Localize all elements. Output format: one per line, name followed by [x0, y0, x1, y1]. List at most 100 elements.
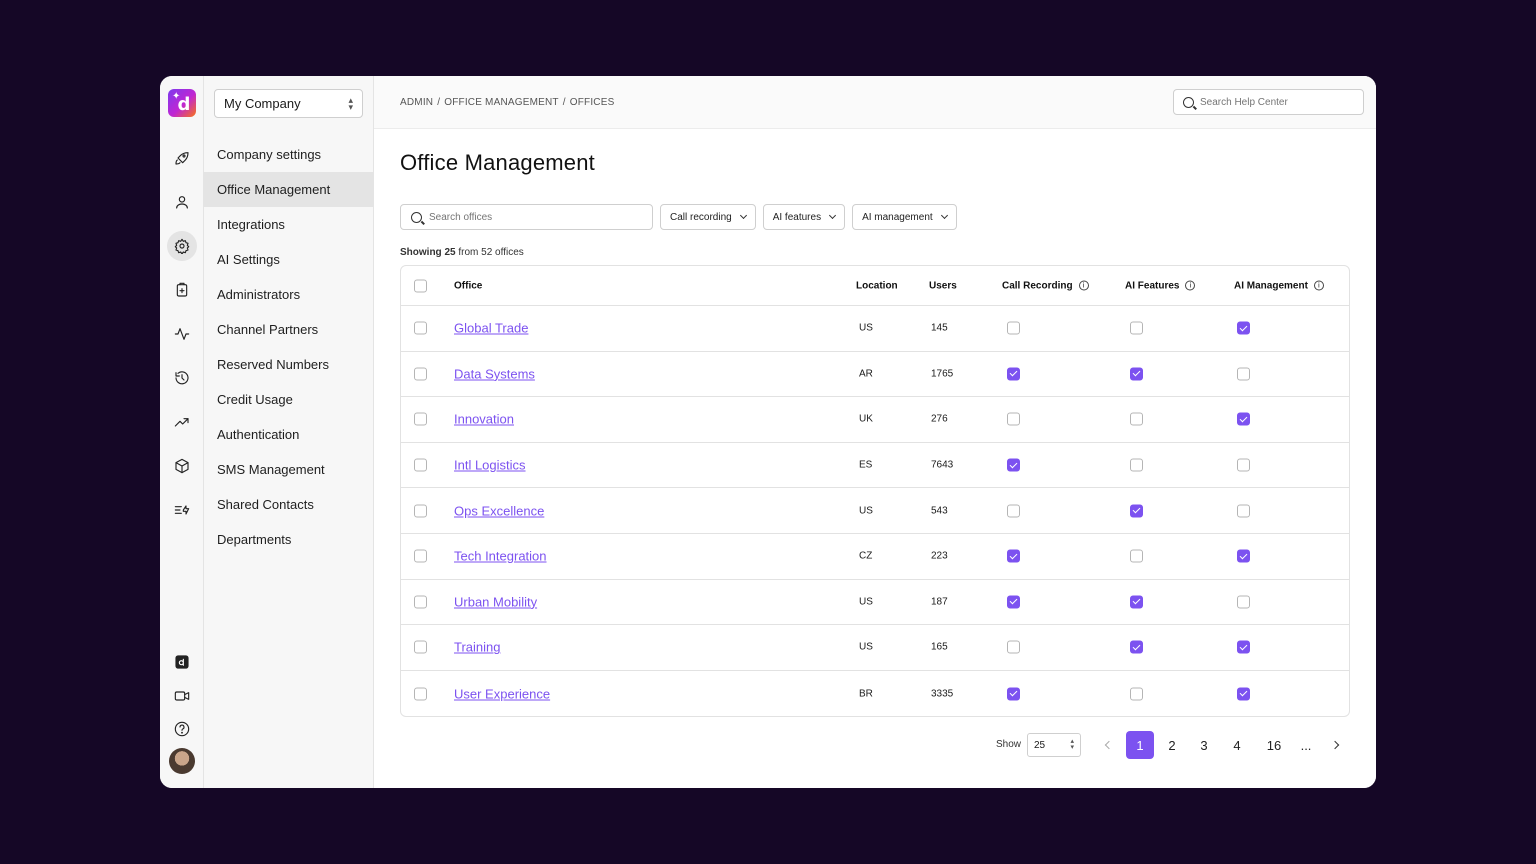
office-name-link[interactable]: Innovation [454, 412, 514, 427]
sidebar-item-reserved-numbers[interactable]: Reserved Numbers [204, 347, 373, 382]
sidebar-item-credit-usage[interactable]: Credit Usage [204, 382, 373, 417]
user-icon[interactable] [167, 187, 197, 217]
rocket-icon[interactable] [167, 143, 197, 173]
ai-management-checkbox[interactable] [1237, 640, 1250, 654]
row-select-checkbox[interactable] [414, 458, 427, 472]
company-selector[interactable]: My Company ▴ ▾ [214, 89, 363, 118]
ai-features-checkbox[interactable] [1130, 458, 1143, 472]
next-page-button[interactable] [1321, 731, 1349, 759]
sidebar-item-office-management[interactable]: Office Management [204, 172, 373, 207]
info-icon[interactable]: i [1078, 280, 1089, 291]
sidebar-item-sms-management[interactable]: SMS Management [204, 452, 373, 487]
row-select-checkbox[interactable] [414, 687, 427, 701]
history-icon[interactable] [167, 363, 197, 393]
ai-features-checkbox[interactable] [1130, 504, 1143, 518]
prev-page-button[interactable] [1095, 731, 1123, 759]
sidebar-item-channel-partners[interactable]: Channel Partners [204, 312, 373, 347]
sidebar-item-shared-contacts[interactable]: Shared Contacts [204, 487, 373, 522]
row-select-checkbox[interactable] [414, 412, 427, 426]
col-location[interactable]: Location [856, 280, 898, 291]
breadcrumb-item[interactable]: OFFICE MANAGEMENT [444, 97, 559, 108]
page-size-select[interactable]: 25 ▴ ▾ [1027, 733, 1081, 757]
call-recording-checkbox[interactable] [1007, 367, 1020, 381]
trending-icon[interactable] [167, 407, 197, 437]
office-name-link[interactable]: User Experience [454, 686, 550, 701]
avatar[interactable] [169, 748, 195, 774]
call-recording-checkbox[interactable] [1007, 321, 1020, 335]
ai-features-checkbox[interactable] [1130, 595, 1143, 609]
ai-features-checkbox[interactable] [1130, 321, 1143, 335]
ai-features-checkbox[interactable] [1130, 687, 1143, 701]
sidebar-item-integrations[interactable]: Integrations [204, 207, 373, 242]
office-name-link[interactable]: Ops Excellence [454, 503, 544, 518]
row-select-checkbox[interactable] [414, 504, 427, 518]
call-recording-checkbox[interactable] [1007, 412, 1020, 426]
ai-management-checkbox[interactable] [1237, 549, 1250, 563]
call-recording-checkbox[interactable] [1007, 549, 1020, 563]
ai-management-checkbox[interactable] [1237, 595, 1250, 609]
gear-icon[interactable] [167, 231, 197, 261]
info-icon[interactable]: i [1185, 280, 1196, 291]
page-16-button[interactable]: 16 [1260, 731, 1288, 759]
col-call-recording[interactable]: Call Recording i [1002, 280, 1089, 291]
ai-features-checkbox[interactable] [1130, 367, 1143, 381]
call-recording-checkbox[interactable] [1007, 504, 1020, 518]
page-1-button[interactable]: 1 [1126, 731, 1154, 759]
call-recording-checkbox[interactable] [1007, 458, 1020, 472]
table-row: Innovation UK 276 [401, 397, 1349, 443]
ai-management-checkbox[interactable] [1237, 412, 1250, 426]
call-recording-checkbox[interactable] [1007, 687, 1020, 701]
video-icon[interactable] [167, 681, 197, 711]
row-select-checkbox[interactable] [414, 367, 427, 381]
breadcrumb-item[interactable]: ADMIN [400, 97, 433, 108]
office-search[interactable] [400, 204, 653, 230]
call-recording-filter[interactable]: Call recording [660, 204, 756, 230]
ai-features-checkbox[interactable] [1130, 412, 1143, 426]
sidebar-item-administrators[interactable]: Administrators [204, 277, 373, 312]
brand-icon[interactable] [167, 647, 197, 677]
ai-features-filter[interactable]: AI features [762, 204, 846, 230]
clipboard-icon[interactable] [167, 275, 197, 305]
office-name-link[interactable]: Intl Logistics [454, 458, 526, 473]
ai-management-checkbox[interactable] [1237, 367, 1250, 381]
ai-management-checkbox[interactable] [1237, 458, 1250, 472]
ai-features-checkbox[interactable] [1130, 549, 1143, 563]
call-recording-checkbox[interactable] [1007, 640, 1020, 654]
ai-management-checkbox[interactable] [1237, 321, 1250, 335]
routing-icon[interactable] [167, 495, 197, 525]
row-select-checkbox[interactable] [414, 549, 427, 563]
call-recording-checkbox[interactable] [1007, 595, 1020, 609]
box-icon[interactable] [167, 451, 197, 481]
row-select-checkbox[interactable] [414, 595, 427, 609]
page-4-button[interactable]: 4 [1223, 731, 1251, 759]
office-search-input[interactable] [429, 211, 629, 223]
activity-icon[interactable] [167, 319, 197, 349]
row-select-checkbox[interactable] [414, 640, 427, 654]
office-name-link[interactable]: Global Trade [454, 321, 528, 336]
app-logo[interactable]: ✦ d [168, 89, 196, 117]
ai-features-checkbox[interactable] [1130, 640, 1143, 654]
office-name-link[interactable]: Tech Integration [454, 549, 547, 564]
col-ai-features[interactable]: AI Features i [1125, 280, 1196, 291]
page-2-button[interactable]: 2 [1158, 731, 1186, 759]
ai-management-filter[interactable]: AI management [852, 204, 957, 230]
help-icon[interactable] [167, 714, 197, 744]
ai-management-checkbox[interactable] [1237, 687, 1250, 701]
sidebar-item-authentication[interactable]: Authentication [204, 417, 373, 452]
col-ai-management[interactable]: AI Management i [1234, 280, 1324, 291]
help-search-input[interactable] [1200, 96, 1350, 108]
office-name-link[interactable]: Data Systems [454, 366, 535, 381]
office-name-link[interactable]: Training [454, 640, 500, 655]
sidebar-item-ai-settings[interactable]: AI Settings [204, 242, 373, 277]
help-search[interactable] [1173, 89, 1364, 115]
col-office[interactable]: Office [454, 280, 482, 291]
ai-management-checkbox[interactable] [1237, 504, 1250, 518]
sidebar-item-company-settings[interactable]: Company settings [204, 137, 373, 172]
row-select-checkbox[interactable] [414, 321, 427, 335]
page-3-button[interactable]: 3 [1190, 731, 1218, 759]
info-icon[interactable]: i [1313, 280, 1324, 291]
office-name-link[interactable]: Urban Mobility [454, 594, 537, 609]
select-all-checkbox[interactable] [414, 279, 427, 292]
sidebar-item-departments[interactable]: Departments [204, 522, 373, 557]
col-users[interactable]: Users [929, 280, 957, 291]
